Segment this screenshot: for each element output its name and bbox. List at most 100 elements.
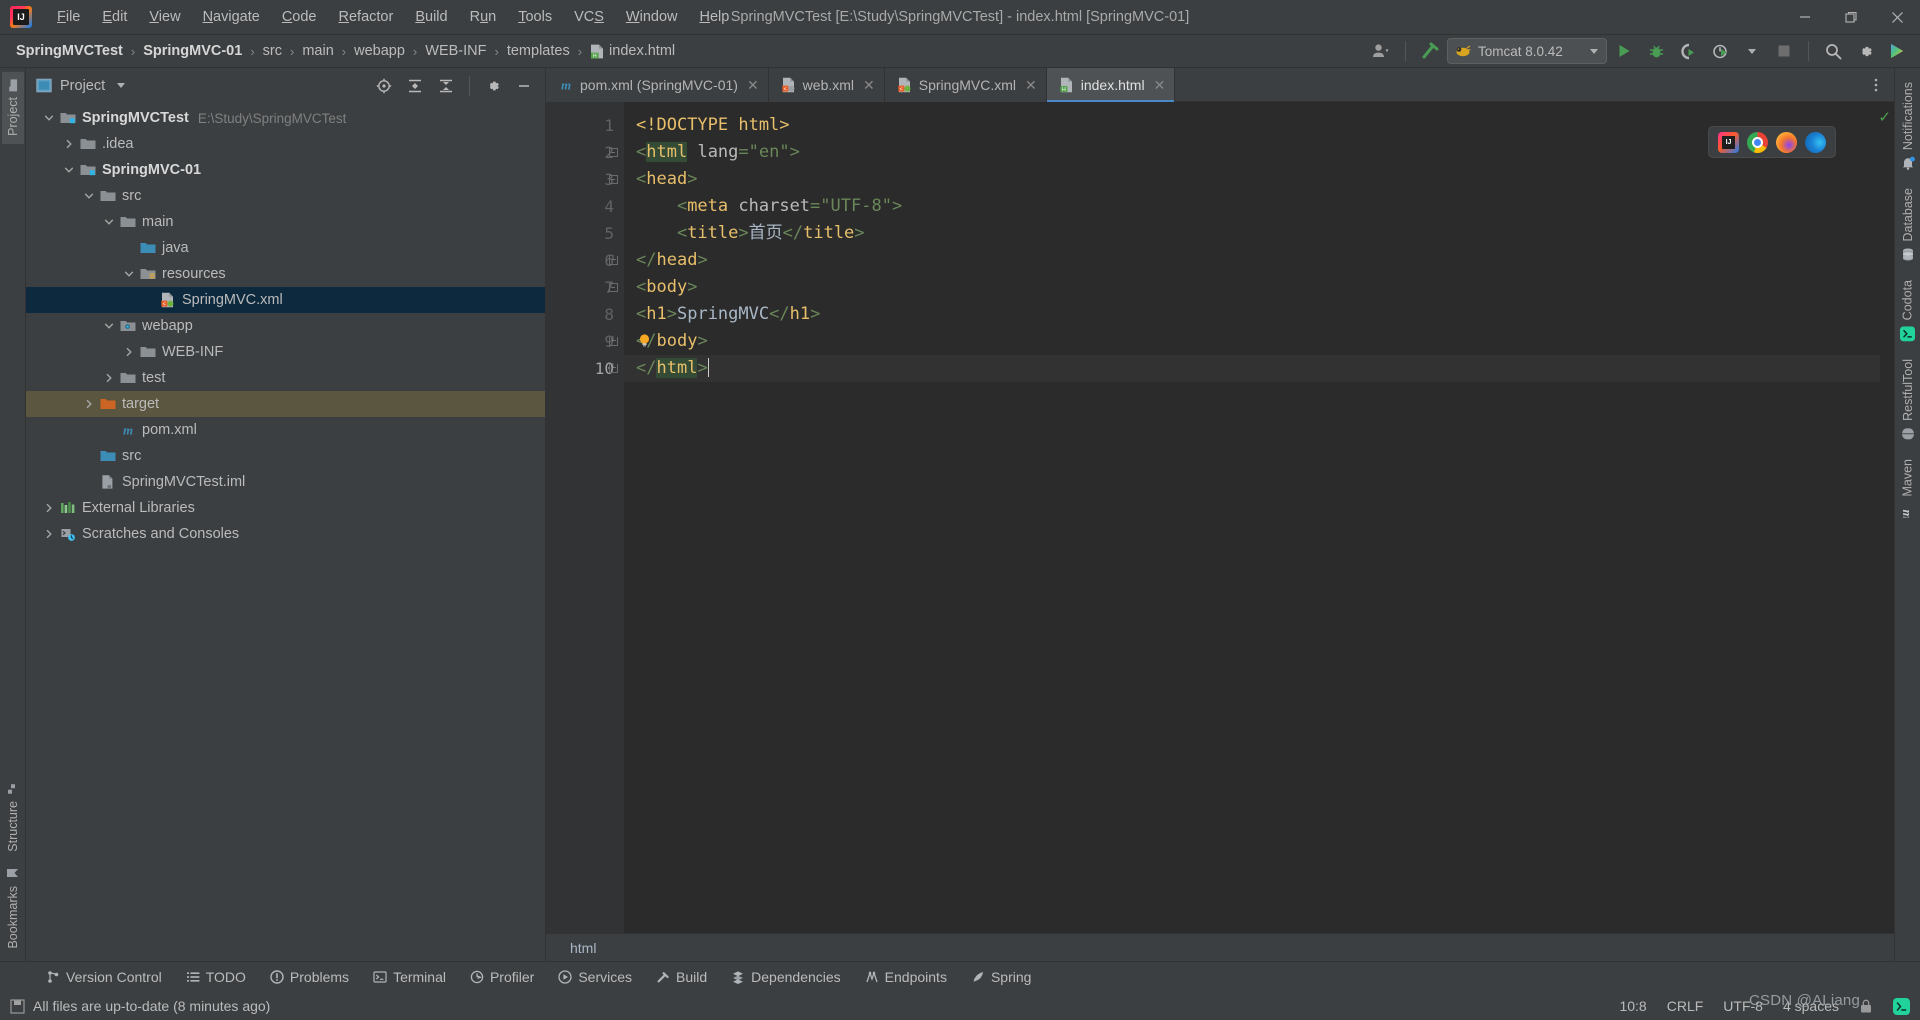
tree-node-pom-xml[interactable]: m pom.xml: [26, 417, 545, 443]
chevron-down-icon[interactable]: [60, 165, 78, 175]
chevron-right-icon[interactable]: [40, 529, 58, 539]
editor-tab-pom-xml[interactable]: m pom.xml (SpringMVC-01) ✕: [546, 68, 769, 102]
code-line[interactable]: </head>: [624, 247, 1880, 274]
tree-node-springmvctest-iml[interactable]: SpringMVCTest.iml: [26, 469, 545, 495]
menu-item-run[interactable]: Run: [459, 5, 508, 29]
close-tab-icon[interactable]: ✕: [863, 77, 875, 94]
gear-icon[interactable]: [1850, 38, 1880, 64]
tree-node--idea[interactable]: .idea: [26, 131, 545, 157]
editor-tabs-menu-icon[interactable]: [1868, 77, 1884, 93]
breadcrumb-item-springmvctest[interactable]: SpringMVCTest: [12, 41, 127, 61]
tree-node-java[interactable]: java: [26, 235, 545, 261]
breadcrumb-item-main[interactable]: main: [298, 41, 337, 61]
chevron-down-icon[interactable]: [120, 269, 138, 279]
close-tab-icon[interactable]: ✕: [1154, 77, 1166, 94]
tree-node-target[interactable]: target: [26, 391, 545, 417]
locate-target-icon[interactable]: [369, 73, 399, 99]
breadcrumb-item-springmvc-01[interactable]: SpringMVC-01: [139, 41, 246, 61]
code-content[interactable]: <!DOCTYPE html> <html lang="en"> <head> <m…: [624, 102, 1880, 933]
run-button[interactable]: [1609, 38, 1639, 64]
bottom-tool-todo[interactable]: TODO: [174, 965, 258, 989]
code-line[interactable]: <!DOCTYPE html>: [624, 112, 1880, 139]
chevron-right-icon[interactable]: [120, 347, 138, 357]
sidebar-item-maven[interactable]: m Maven: [1896, 451, 1919, 526]
code-line[interactable]: <h1>SpringMVC</h1>: [624, 301, 1880, 328]
tree-node-springmvc-xml[interactable]: < SpringMVC.xml: [26, 287, 545, 313]
bottom-tool-build[interactable]: Build: [644, 965, 719, 989]
line-separator-indicator[interactable]: CRLF: [1667, 998, 1704, 1014]
editor-breadcrumb[interactable]: html: [546, 933, 1894, 961]
menu-item-help[interactable]: Help: [688, 5, 740, 29]
fold-marker-open[interactable]: −: [606, 139, 620, 166]
close-window-button[interactable]: [1874, 0, 1920, 35]
sidebar-item-notifications[interactable]: Notifications: [1897, 74, 1919, 178]
bottom-tool-version-control[interactable]: Version Control: [34, 965, 174, 989]
project-tree[interactable]: SpringMVCTest E:\Study\SpringMVCTest .idea…: [26, 103, 545, 961]
codota-status-icon[interactable]: [1893, 997, 1910, 1015]
edge-browser-icon[interactable]: [1805, 131, 1826, 153]
profiler-button[interactable]: [1705, 38, 1735, 64]
menu-item-code[interactable]: Code: [271, 5, 328, 29]
bottom-tool-services[interactable]: Services: [546, 965, 644, 989]
code-line[interactable]: <title>首页</title>: [624, 220, 1880, 247]
fold-marker-open[interactable]: −: [606, 274, 620, 301]
chevron-down-icon[interactable]: [100, 321, 118, 331]
sidebar-item-restfultool[interactable]: RestfulTool: [1897, 351, 1919, 449]
code-folding-column[interactable]: − − └ − └ └: [606, 112, 620, 382]
chevron-down-icon[interactable]: [80, 191, 98, 201]
menu-item-tools[interactable]: Tools: [507, 5, 563, 29]
breadcrumb-item-index-html[interactable]: Hindex.html: [586, 41, 679, 61]
bottom-tool-profiler[interactable]: Profiler: [458, 965, 546, 989]
code-line[interactable]: <meta charset="UTF-8">: [624, 193, 1880, 220]
firefox-browser-icon[interactable]: [1776, 131, 1797, 153]
editor-tab-springmvc-xml[interactable]: < SpringMVC.xml ✕: [885, 68, 1047, 102]
build-hammer-icon[interactable]: [1415, 38, 1445, 64]
bottom-tool-problems[interactable]: Problems: [258, 965, 361, 989]
minimize-icon[interactable]: [509, 73, 539, 99]
chrome-browser-icon[interactable]: [1747, 131, 1768, 153]
fold-marker-close[interactable]: └: [606, 328, 620, 355]
chevron-down-icon[interactable]: [1590, 48, 1598, 54]
fold-marker-close[interactable]: └: [606, 247, 620, 274]
editor-scrollbar[interactable]: ✓: [1878, 102, 1894, 933]
inspection-status-icon[interactable]: ✓: [1878, 108, 1891, 126]
collapse-all-icon[interactable]: [431, 73, 461, 99]
code-line[interactable]: <body>: [624, 274, 1880, 301]
code-line[interactable]: <html lang="en">: [624, 139, 1880, 166]
account-icon[interactable]: [1366, 38, 1396, 64]
breadcrumb-item-templates[interactable]: templates: [503, 41, 574, 61]
close-tab-icon[interactable]: ✕: [747, 77, 759, 94]
code-line[interactable]: </html>: [624, 355, 1880, 382]
chevron-down-icon[interactable]: [117, 83, 126, 88]
intellij-browser-icon[interactable]: IJ: [1718, 131, 1739, 153]
run-configuration-selector[interactable]: Tomcat 8.0.42: [1447, 38, 1607, 64]
caret-position-indicator[interactable]: 10:8: [1619, 998, 1646, 1014]
indent-indicator[interactable]: 4 spaces: [1783, 998, 1839, 1014]
bottom-tool-spring[interactable]: Spring: [959, 965, 1043, 989]
tree-node-src[interactable]: src: [26, 183, 545, 209]
breadcrumb-item-src[interactable]: src: [259, 41, 286, 61]
run-with-coverage-button[interactable]: [1673, 38, 1703, 64]
menu-item-refactor[interactable]: Refactor: [328, 5, 405, 29]
code-line[interactable]: </body>: [624, 328, 1880, 355]
encoding-indicator[interactable]: UTF-8: [1723, 998, 1763, 1014]
menu-item-view[interactable]: View: [138, 5, 191, 29]
sidebar-item-project[interactable]: Project: [1, 72, 24, 144]
menu-item-window[interactable]: Window: [615, 5, 689, 29]
tree-node-webapp[interactable]: webapp: [26, 313, 545, 339]
chevron-down-icon[interactable]: [100, 217, 118, 227]
stop-button[interactable]: [1769, 38, 1799, 64]
chevron-right-icon[interactable]: [100, 373, 118, 383]
sidebar-item-bookmarks[interactable]: Bookmarks: [2, 859, 24, 957]
expand-all-icon[interactable]: [400, 73, 430, 99]
bottom-tool-endpoints[interactable]: Endpoints: [853, 965, 959, 989]
tree-node-springmvc-01[interactable]: SpringMVC-01: [26, 157, 545, 183]
bottom-tool-terminal[interactable]: Terminal: [361, 965, 458, 989]
chevron-right-icon[interactable]: [40, 503, 58, 513]
breadcrumb-item-webapp[interactable]: webapp: [350, 41, 409, 61]
close-tab-icon[interactable]: ✕: [1025, 77, 1037, 94]
chevron-down-icon[interactable]: [40, 113, 58, 123]
tree-node-springmvctest[interactable]: SpringMVCTest E:\Study\SpringMVCTest: [26, 105, 545, 131]
editor-tab-index-html[interactable]: Hindex.html ✕: [1046, 68, 1176, 102]
gear-icon[interactable]: [478, 73, 508, 99]
